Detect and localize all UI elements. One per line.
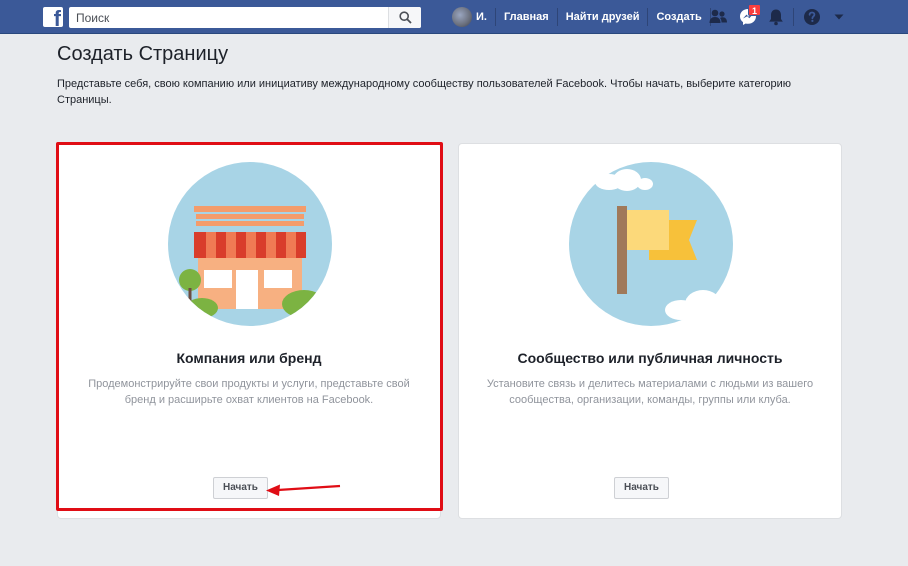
avatar: [452, 7, 472, 27]
main-nav: И. Главная Найти друзей Создать: [452, 0, 711, 34]
page-title: Создать Страницу: [57, 43, 229, 65]
annotation-arrow-icon: [266, 484, 341, 496]
search-input[interactable]: [69, 7, 388, 28]
card-title: Сообщество или публичная личность: [517, 350, 783, 366]
nav-home[interactable]: Главная: [496, 0, 557, 34]
chevron-down-icon[interactable]: [832, 10, 846, 24]
search-bar: [69, 7, 421, 28]
facebook-logo[interactable]: f: [43, 7, 63, 30]
start-business-button[interactable]: Начать: [213, 477, 268, 499]
storefront-illustration: [168, 162, 332, 326]
help-icon[interactable]: [802, 7, 822, 27]
nav-divider: [793, 8, 794, 26]
search-button[interactable]: [388, 7, 421, 28]
card-description: Установите связь и делитесь материалами …: [486, 378, 814, 406]
profile-link[interactable]: И.: [452, 0, 495, 34]
community-card[interactable]: Сообщество или публичная личность Устано…: [458, 143, 842, 519]
nav-find-friends[interactable]: Найти друзей: [558, 0, 648, 34]
top-bar: f И. Главная Найти друзей Создать: [0, 0, 908, 34]
messages-badge: 1: [748, 4, 762, 16]
page-description: Представьте себя, свою компанию или иниц…: [57, 78, 791, 106]
friends-icon[interactable]: [708, 7, 728, 27]
start-community-button[interactable]: Начать: [614, 477, 669, 499]
search-icon: [399, 11, 412, 24]
profile-name: И.: [476, 11, 487, 23]
notifications-icon[interactable]: [766, 7, 786, 27]
card-description: Продемонстрируйте свои продукты и услуги…: [88, 378, 410, 406]
card-title: Компания или бренд: [176, 350, 322, 366]
flag-illustration: [569, 162, 733, 326]
nav-create[interactable]: Создать: [648, 0, 709, 34]
business-card[interactable]: Компания или бренд Продемонстрируйте сво…: [57, 143, 441, 519]
